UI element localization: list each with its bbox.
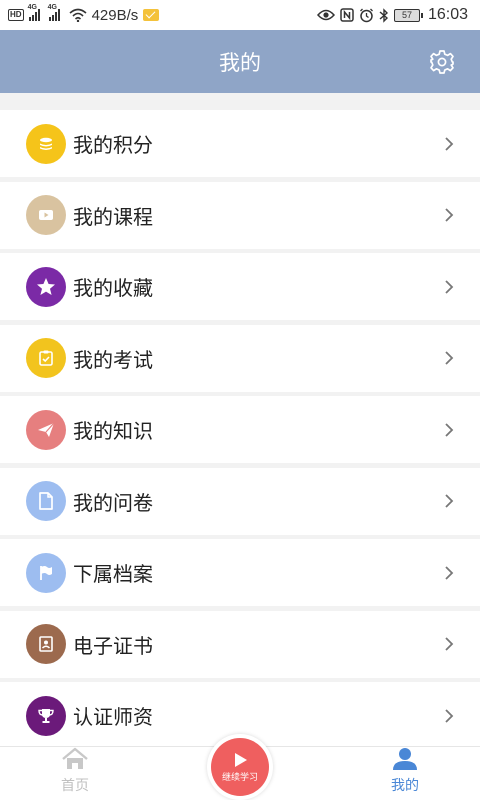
gear-icon — [430, 49, 454, 74]
menu-item-label: 下属档案 — [73, 562, 153, 586]
signal-icon: 4G — [28, 4, 40, 21]
menu-item-label: 电子证书 — [73, 633, 153, 658]
status-bar: HD 4G 4G 429B/s 57 16:03 — [0, 0, 480, 30]
menu-item-points[interactable]: 我的积分 — [0, 110, 480, 177]
menu-item-label: 我的课程 — [73, 204, 153, 229]
wifi-icon — [69, 8, 87, 22]
certificate-icon — [26, 624, 66, 664]
tab-home[interactable]: 首页 — [35, 747, 115, 800]
chevron-right-icon — [445, 637, 454, 651]
tab-mine-label: 我的 — [391, 778, 419, 794]
menu-item-label: 认证师资 — [73, 705, 153, 729]
app-header: 我的 — [0, 30, 480, 93]
chevron-right-icon — [445, 279, 454, 294]
chevron-right-icon — [445, 494, 454, 508]
bluetooth-icon — [379, 7, 388, 23]
chevron-right-icon — [445, 351, 454, 365]
mail-icon — [143, 9, 160, 21]
battery-icon: 57 — [393, 8, 423, 22]
menu-list: 我的积分 我的课程 我的收藏 我的考试 我的知识 我的问卷 下属档案 电子证书 … — [0, 110, 480, 754]
continue-learning-button[interactable]: 继续学习 — [207, 734, 273, 800]
continue-learning-label: 继续学习 — [221, 773, 258, 783]
menu-item-exams[interactable]: 我的考试 — [0, 324, 480, 392]
video-icon — [26, 195, 66, 235]
menu-item-favorites[interactable]: 我的收藏 — [0, 253, 480, 320]
hd-badge: HD — [8, 9, 24, 21]
net-speed: 429B/s — [91, 6, 139, 24]
clock-time: 16:03 — [427, 6, 468, 23]
chevron-right-icon — [445, 208, 454, 222]
checklist-icon — [26, 338, 66, 378]
chevron-right-icon — [445, 708, 454, 723]
menu-item-certificates[interactable]: 电子证书 — [0, 610, 480, 678]
home-icon — [62, 747, 88, 769]
tab-home-label: 首页 — [61, 778, 89, 794]
nfc-icon — [340, 8, 354, 22]
chevron-right-icon — [445, 422, 454, 437]
flag-icon — [26, 552, 66, 593]
menu-item-courses[interactable]: 我的课程 — [0, 181, 480, 249]
chevron-right-icon — [445, 565, 454, 580]
signal-icon: 4G — [48, 4, 60, 21]
user-icon — [393, 748, 417, 770]
alarm-icon — [359, 8, 373, 22]
menu-item-questionnaires[interactable]: 我的问卷 — [0, 467, 480, 535]
menu-item-label: 我的知识 — [73, 419, 153, 443]
play-icon — [235, 753, 247, 767]
star-icon — [26, 266, 66, 307]
eye-icon — [316, 9, 335, 21]
chevron-right-icon — [445, 136, 454, 151]
coins-icon — [26, 123, 66, 164]
menu-item-knowledge[interactable]: 我的知识 — [0, 396, 480, 463]
paper-plane-icon — [26, 409, 66, 450]
document-icon — [26, 481, 66, 521]
menu-item-label: 我的收藏 — [73, 276, 153, 300]
settings-button[interactable] — [428, 48, 456, 76]
page-title: 我的 — [219, 50, 261, 75]
tab-mine[interactable]: 我的 — [365, 747, 445, 800]
menu-item-label: 我的问卷 — [73, 490, 153, 515]
menu-item-subordinate-records[interactable]: 下属档案 — [0, 539, 480, 606]
menu-item-label: 我的积分 — [73, 133, 153, 157]
trophy-icon — [26, 695, 66, 736]
menu-item-label: 我的考试 — [73, 347, 153, 372]
